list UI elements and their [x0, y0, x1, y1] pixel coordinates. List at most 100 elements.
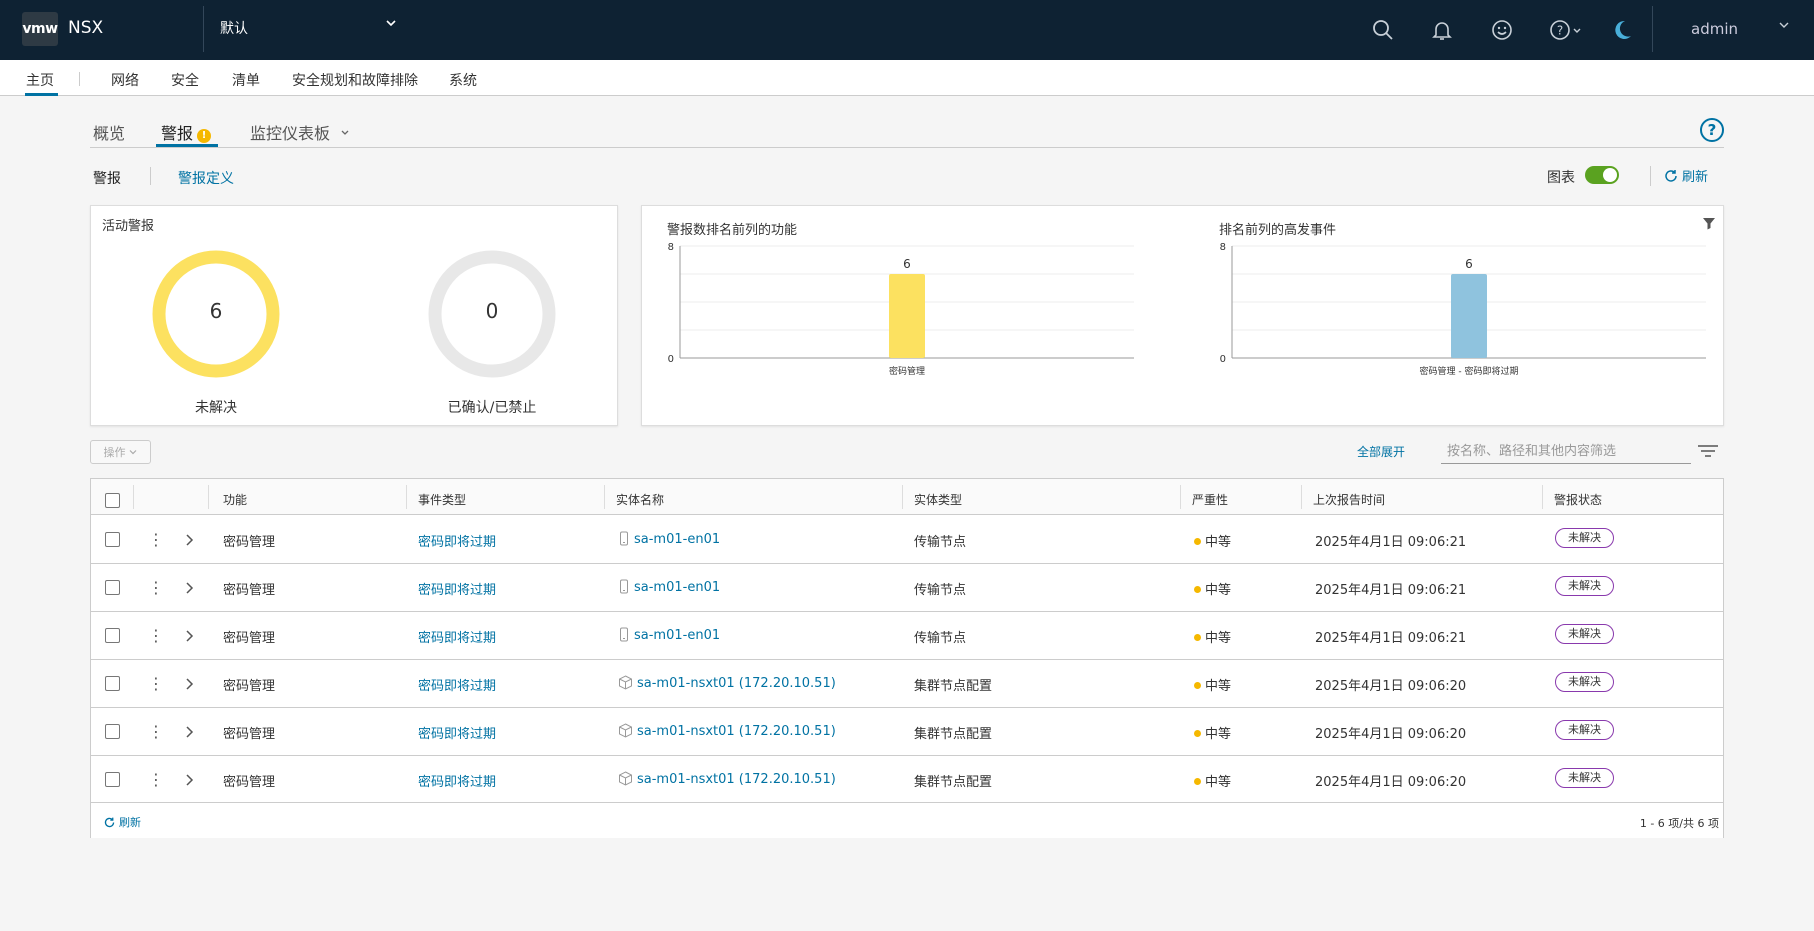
filter-icon[interactable]	[1702, 216, 1716, 234]
table-refresh-button[interactable]: 刷新	[103, 814, 141, 830]
row-checkbox[interactable]	[105, 532, 120, 547]
column-divider	[1542, 485, 1543, 509]
cell-entity-name[interactable]: sa-m01-en01	[618, 579, 720, 595]
table-row[interactable]: ⋮ 密码管理 密码即将过期 sa-m01-nsxt01 (172.20.10.5…	[91, 660, 1723, 708]
severity-text: 中等	[1205, 631, 1232, 646]
cell-severity: 中等	[1194, 531, 1231, 550]
column-header-entity-type[interactable]: 实体类型	[914, 491, 962, 508]
refresh-icon	[1665, 169, 1677, 182]
chevron-down-icon[interactable]	[1777, 18, 1791, 36]
expand-row-icon[interactable]	[184, 629, 194, 647]
active-alarms-card: 活动警报 6 未解决 0 已确认/已禁止	[90, 205, 618, 426]
nav-item-home[interactable]: 主页	[26, 70, 54, 90]
row-actions-icon[interactable]: ⋮	[148, 674, 164, 693]
bell-icon[interactable]	[1428, 16, 1456, 44]
tab-monitoring-dashboards[interactable]: 监控仪表板	[250, 120, 351, 144]
nav-item-networking[interactable]: 网络	[111, 70, 139, 90]
expand-row-icon[interactable]	[184, 533, 194, 551]
chevron-down-icon	[384, 16, 398, 34]
phone-icon	[620, 579, 628, 594]
cell-entity-name[interactable]: sa-m01-en01	[618, 627, 720, 643]
expand-row-icon[interactable]	[184, 773, 194, 791]
row-checkbox[interactable]	[105, 772, 120, 787]
tab-overview[interactable]: 概览	[93, 120, 125, 144]
cube-icon	[619, 771, 632, 786]
expand-row-icon[interactable]	[184, 677, 194, 695]
expand-all-link[interactable]: 全部展开	[1357, 443, 1405, 460]
project-select[interactable]: 默认	[220, 18, 398, 38]
row-actions-icon[interactable]: ⋮	[148, 626, 164, 645]
row-checkbox[interactable]	[105, 724, 120, 739]
refresh-button[interactable]: 刷新	[1663, 166, 1708, 185]
table-header: 功能 事件类型 实体名称 实体类型 严重性 上次报告时间 警报状态	[91, 479, 1723, 515]
cell-event-type[interactable]: 密码即将过期	[418, 531, 496, 550]
table-row[interactable]: ⋮ 密码管理 密码即将过期 sa-m01-en01 传输节点 中等 2025年4…	[91, 516, 1723, 564]
y-tick-label: 8	[1220, 242, 1226, 253]
status-badge: 未解决	[1555, 528, 1614, 548]
row-checkbox[interactable]	[105, 580, 120, 595]
column-divider	[208, 485, 209, 509]
severity-dot	[1194, 634, 1201, 641]
nav-item-security[interactable]: 安全	[171, 70, 199, 90]
status-badge: 未解决	[1555, 768, 1614, 788]
cell-entity-name[interactable]: sa-m01-nsxt01 (172.20.10.51)	[618, 771, 836, 787]
cell-event-type[interactable]: 密码即将过期	[418, 771, 496, 790]
column-header-last-reported[interactable]: 上次报告时间	[1313, 491, 1385, 508]
cell-entity-name[interactable]: sa-m01-en01	[618, 531, 720, 547]
table-refresh-label: 刷新	[119, 816, 141, 829]
row-checkbox[interactable]	[105, 676, 120, 691]
entity-name-text: sa-m01-nsxt01 (172.20.10.51)	[637, 676, 836, 691]
column-header-alarm-state[interactable]: 警报状态	[1554, 491, 1602, 508]
row-actions-icon[interactable]: ⋮	[148, 530, 164, 549]
help-icon[interactable]: ?	[1700, 118, 1724, 142]
cell-feature: 密码管理	[223, 679, 276, 694]
filter-columns-icon[interactable]	[1697, 444, 1719, 462]
table-row[interactable]: ⋮ 密码管理 密码即将过期 sa-m01-en01 传输节点 中等 2025年4…	[91, 612, 1723, 660]
column-header-feature[interactable]: 功能	[223, 491, 247, 508]
refresh-label: 刷新	[1682, 170, 1709, 185]
cell-entity-name[interactable]: sa-m01-nsxt01 (172.20.10.51)	[618, 723, 836, 739]
expand-row-icon[interactable]	[184, 725, 194, 743]
row-actions-icon[interactable]: ⋮	[148, 770, 164, 789]
project-select-value: 默认	[220, 21, 248, 37]
row-actions-icon[interactable]: ⋮	[148, 722, 164, 741]
actions-dropdown[interactable]: 操作	[90, 440, 151, 464]
cell-event-type[interactable]: 密码即将过期	[418, 723, 496, 742]
subtab-alarm-definitions[interactable]: 警报定义	[178, 168, 234, 188]
pagination-count: 1 - 6 项/共 6 项	[1639, 817, 1719, 830]
table-row[interactable]: ⋮ 密码管理 密码即将过期 sa-m01-en01 传输节点 中等 2025年4…	[91, 564, 1723, 612]
expand-row-icon[interactable]	[184, 581, 194, 599]
row-actions-icon[interactable]: ⋮	[148, 578, 164, 597]
filter-input[interactable]	[1441, 440, 1691, 464]
cell-event-type[interactable]: 密码即将过期	[418, 579, 496, 598]
entity-name-text: sa-m01-nsxt01 (172.20.10.51)	[637, 772, 836, 787]
subtab-alarms[interactable]: 警报	[93, 168, 121, 188]
user-menu[interactable]: admin	[1691, 20, 1738, 38]
select-all-checkbox[interactable]	[105, 493, 120, 508]
search-icon[interactable]	[1369, 16, 1397, 44]
severity-text: 中等	[1205, 679, 1232, 694]
chevron-down-icon	[129, 450, 136, 455]
chart-bar	[1451, 274, 1487, 358]
column-header-severity[interactable]: 严重性	[1192, 491, 1228, 508]
help-icon[interactable]: ?	[1548, 16, 1584, 44]
table-row[interactable]: ⋮ 密码管理 密码即将过期 sa-m01-nsxt01 (172.20.10.5…	[91, 708, 1723, 756]
smiley-icon[interactable]	[1488, 16, 1516, 44]
nav-item-planning[interactable]: 安全规划和故障排除	[292, 70, 418, 90]
tab-alarms[interactable]: 警报!	[161, 120, 212, 144]
moon-icon[interactable]	[1608, 16, 1636, 44]
cell-entity-name[interactable]: sa-m01-nsxt01 (172.20.10.51)	[618, 675, 836, 691]
chart-toggle[interactable]	[1585, 166, 1619, 184]
open-alarms-count: 6	[209, 299, 223, 323]
cell-feature: 密码管理	[223, 631, 276, 646]
row-checkbox[interactable]	[105, 628, 120, 643]
nav-item-inventory[interactable]: 清单	[232, 70, 260, 90]
cell-event-type[interactable]: 密码即将过期	[418, 675, 496, 694]
column-header-entity-name[interactable]: 实体名称	[616, 491, 664, 508]
column-header-event-type[interactable]: 事件类型	[418, 491, 466, 508]
table-row[interactable]: ⋮ 密码管理 密码即将过期 sa-m01-nsxt01 (172.20.10.5…	[91, 756, 1723, 804]
nav-item-system[interactable]: 系统	[449, 70, 477, 90]
column-divider	[406, 485, 407, 509]
cell-event-type[interactable]: 密码即将过期	[418, 627, 496, 646]
y-tick-label: 8	[668, 242, 674, 253]
